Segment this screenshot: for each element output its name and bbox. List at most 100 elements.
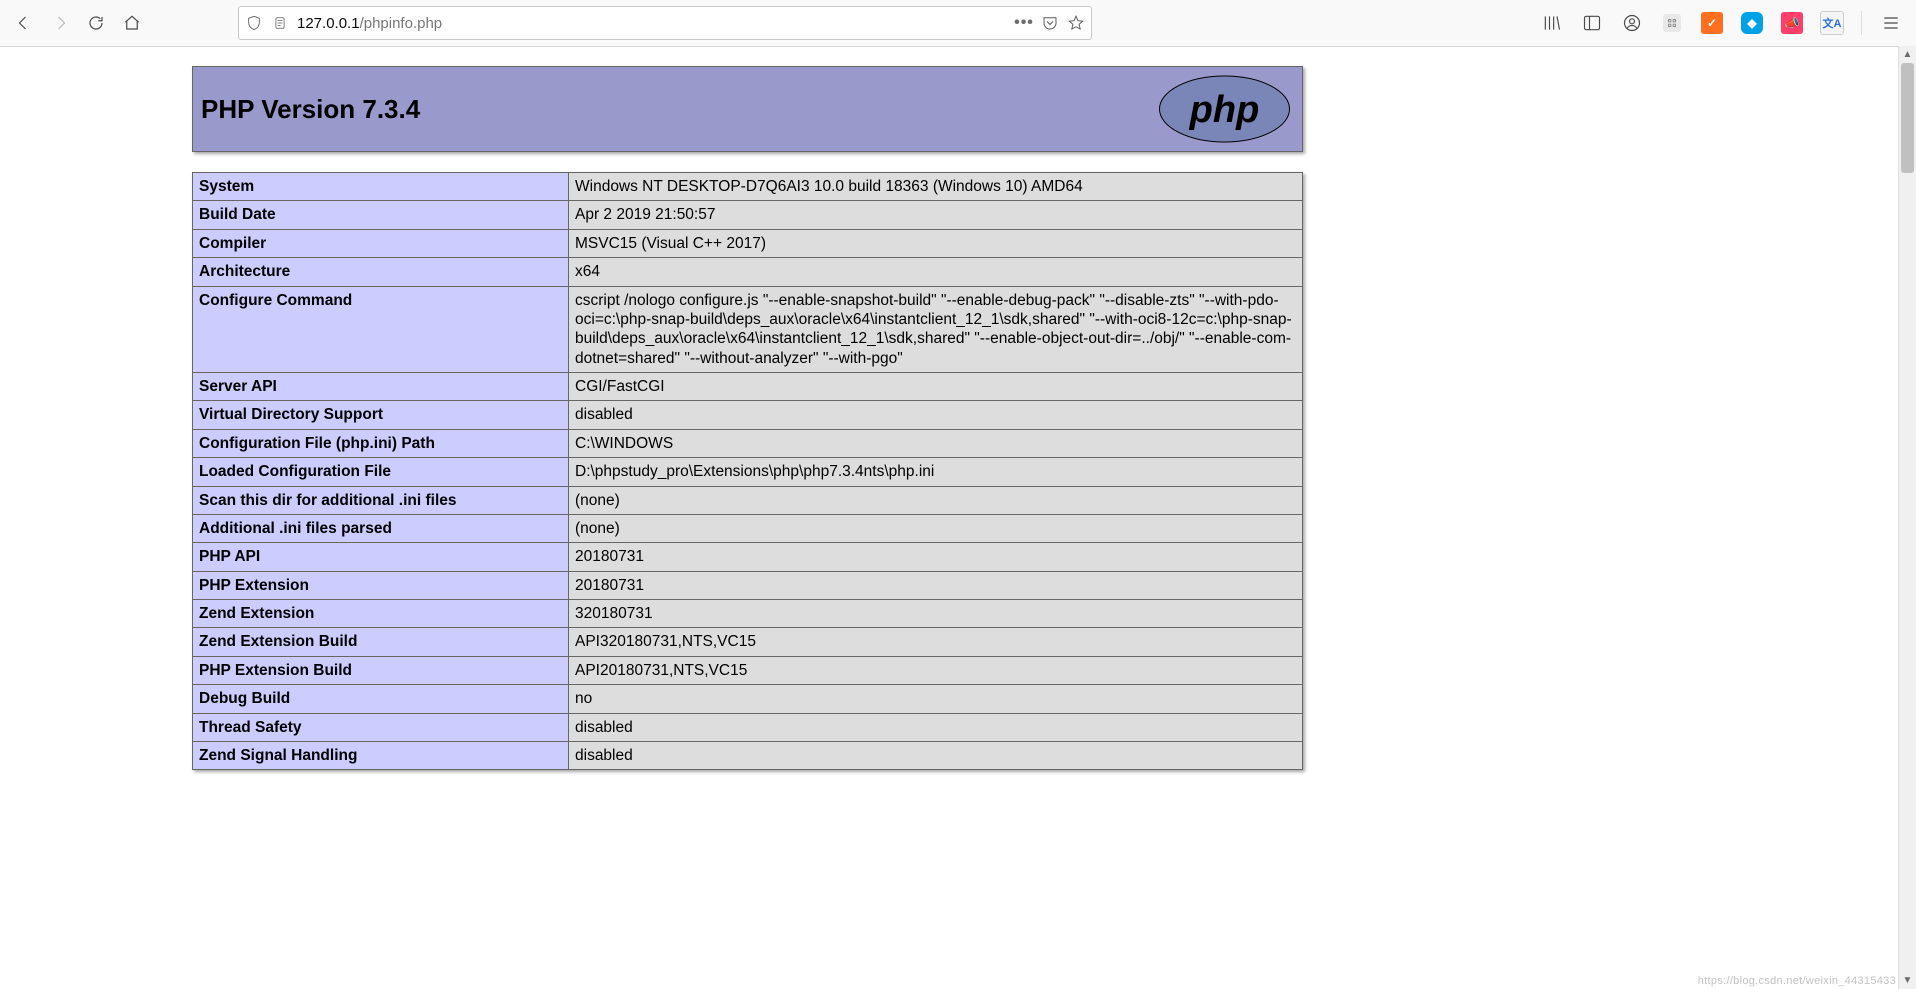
pocket-icon[interactable] (1041, 14, 1059, 32)
info-value: MSVC15 (Visual C++ 2017) (569, 229, 1303, 257)
info-key: Architecture (193, 258, 569, 286)
back-button[interactable] (8, 7, 40, 39)
info-key: Configure Command (193, 286, 569, 373)
library-icon[interactable] (1539, 10, 1565, 36)
extension-orange[interactable]: ✓ (1699, 10, 1725, 36)
info-key: Build Date (193, 201, 569, 229)
info-key: PHP Extension (193, 571, 569, 599)
table-row: CompilerMSVC15 (Visual C++ 2017) (193, 229, 1303, 257)
info-key: Compiler (193, 229, 569, 257)
info-value: disabled (569, 741, 1303, 769)
page-content: PHP Version 7.3.4 php SystemWindows NT D… (0, 46, 1688, 770)
info-key: Zend Extension Build (193, 628, 569, 656)
table-row: SystemWindows NT DESKTOP-D7Q6AI3 10.0 bu… (193, 173, 1303, 201)
info-value: C:\WINDOWS (569, 429, 1303, 457)
table-row: Architecturex64 (193, 258, 1303, 286)
table-row: Zend Signal Handlingdisabled (193, 741, 1303, 769)
scroll-thumb[interactable] (1901, 63, 1914, 173)
page-title: PHP Version 7.3.4 (201, 94, 420, 125)
toolbar-right-icons: ✓ ◆ 📣 文A (1539, 10, 1910, 36)
table-row: PHP API20180731 (193, 543, 1303, 571)
arrow-left-icon (15, 14, 33, 32)
table-row: Build DateApr 2 2019 21:50:57 (193, 201, 1303, 229)
info-key: Debug Build (193, 685, 569, 713)
phpinfo-table-body: SystemWindows NT DESKTOP-D7Q6AI3 10.0 bu… (193, 173, 1303, 770)
account-icon[interactable] (1619, 10, 1645, 36)
scroll-down-button[interactable]: ▼ (1899, 972, 1916, 989)
sidebars-icon[interactable] (1579, 10, 1605, 36)
info-value: Windows NT DESKTOP-D7Q6AI3 10.0 build 18… (569, 173, 1303, 201)
viewport: PHP Version 7.3.4 php SystemWindows NT D… (0, 46, 1916, 989)
info-value: 20180731 (569, 571, 1303, 599)
hamburger-menu[interactable] (1878, 10, 1904, 36)
reload-icon (87, 14, 105, 32)
vertical-scrollbar[interactable]: ▲ ▼ (1898, 46, 1916, 989)
info-key: Scan this dir for additional .ini files (193, 486, 569, 514)
info-key: PHP Extension Build (193, 656, 569, 684)
info-value: no (569, 685, 1303, 713)
extension-pink[interactable]: 📣 (1779, 10, 1805, 36)
info-value: API320180731,NTS,VC15 (569, 628, 1303, 656)
table-row: Configure Commandcscript /nologo configu… (193, 286, 1303, 373)
table-row: Thread Safetydisabled (193, 713, 1303, 741)
info-value: API20180731,NTS,VC15 (569, 656, 1303, 684)
table-row: Loaded Configuration FileD:\phpstudy_pro… (193, 458, 1303, 486)
url-display: 127.0.0.1/phpinfo.php (297, 15, 1007, 32)
info-value: Apr 2 2019 21:50:57 (569, 201, 1303, 229)
info-value: cscript /nologo configure.js "--enable-s… (569, 286, 1303, 373)
table-row: Configuration File (php.ini) PathC:\WIND… (193, 429, 1303, 457)
extension-translate[interactable]: 文A (1819, 10, 1845, 36)
url-path: /phpinfo.php (360, 15, 443, 32)
info-key: Additional .ini files parsed (193, 514, 569, 542)
extension-grid-icon[interactable] (1659, 10, 1685, 36)
toolbar-separator (1861, 11, 1862, 35)
watermark: https://blog.csdn.net/weixin_44315433 (1698, 975, 1896, 987)
tracking-shield-icon[interactable] (245, 14, 263, 32)
info-value: CGI/FastCGI (569, 373, 1303, 401)
table-row: Virtual Directory Supportdisabled (193, 401, 1303, 429)
info-value: (none) (569, 486, 1303, 514)
info-value: disabled (569, 401, 1303, 429)
info-value: 20180731 (569, 543, 1303, 571)
svg-text:php: php (1189, 89, 1260, 131)
table-row: Scan this dir for additional .ini files(… (193, 486, 1303, 514)
nav-button-group (6, 7, 148, 39)
scroll-up-button[interactable]: ▲ (1899, 46, 1916, 63)
table-row: Zend Extension320180731 (193, 600, 1303, 628)
info-key: Zend Signal Handling (193, 741, 569, 769)
info-key: PHP API (193, 543, 569, 571)
page-actions-icon[interactable]: ••• (1015, 14, 1033, 32)
info-value: D:\phpstudy_pro\Extensions\php\php7.3.4n… (569, 458, 1303, 486)
table-row: Debug Buildno (193, 685, 1303, 713)
info-key: Server API (193, 373, 569, 401)
info-key: Thread Safety (193, 713, 569, 741)
extension-blue[interactable]: ◆ (1739, 10, 1765, 36)
info-value: (none) (569, 514, 1303, 542)
info-key: Configuration File (php.ini) Path (193, 429, 569, 457)
bookmark-star-icon[interactable] (1067, 14, 1085, 32)
home-icon (123, 14, 141, 32)
table-row: PHP Extension20180731 (193, 571, 1303, 599)
info-key: Zend Extension (193, 600, 569, 628)
php-logo: php (1157, 74, 1292, 144)
browser-toolbar: 127.0.0.1/phpinfo.php ••• ✓ ◆ 📣 文A (0, 0, 1916, 47)
phpinfo-table: SystemWindows NT DESKTOP-D7Q6AI3 10.0 bu… (192, 172, 1303, 770)
arrow-right-icon (51, 14, 69, 32)
table-row: PHP Extension BuildAPI20180731,NTS,VC15 (193, 656, 1303, 684)
table-row: Additional .ini files parsed(none) (193, 514, 1303, 542)
table-row: Server APICGI/FastCGI (193, 373, 1303, 401)
phpinfo-header: PHP Version 7.3.4 php (192, 66, 1303, 152)
info-key: System (193, 173, 569, 201)
forward-button (44, 7, 76, 39)
url-host: 127.0.0.1 (297, 15, 360, 32)
info-value: 320180731 (569, 600, 1303, 628)
info-value: x64 (569, 258, 1303, 286)
table-row: Zend Extension BuildAPI320180731,NTS,VC1… (193, 628, 1303, 656)
address-bar[interactable]: 127.0.0.1/phpinfo.php ••• (238, 6, 1092, 40)
info-key: Virtual Directory Support (193, 401, 569, 429)
info-value: disabled (569, 713, 1303, 741)
home-button[interactable] (116, 7, 148, 39)
info-key: Loaded Configuration File (193, 458, 569, 486)
page-info-icon[interactable] (271, 14, 289, 32)
reload-button[interactable] (80, 7, 112, 39)
